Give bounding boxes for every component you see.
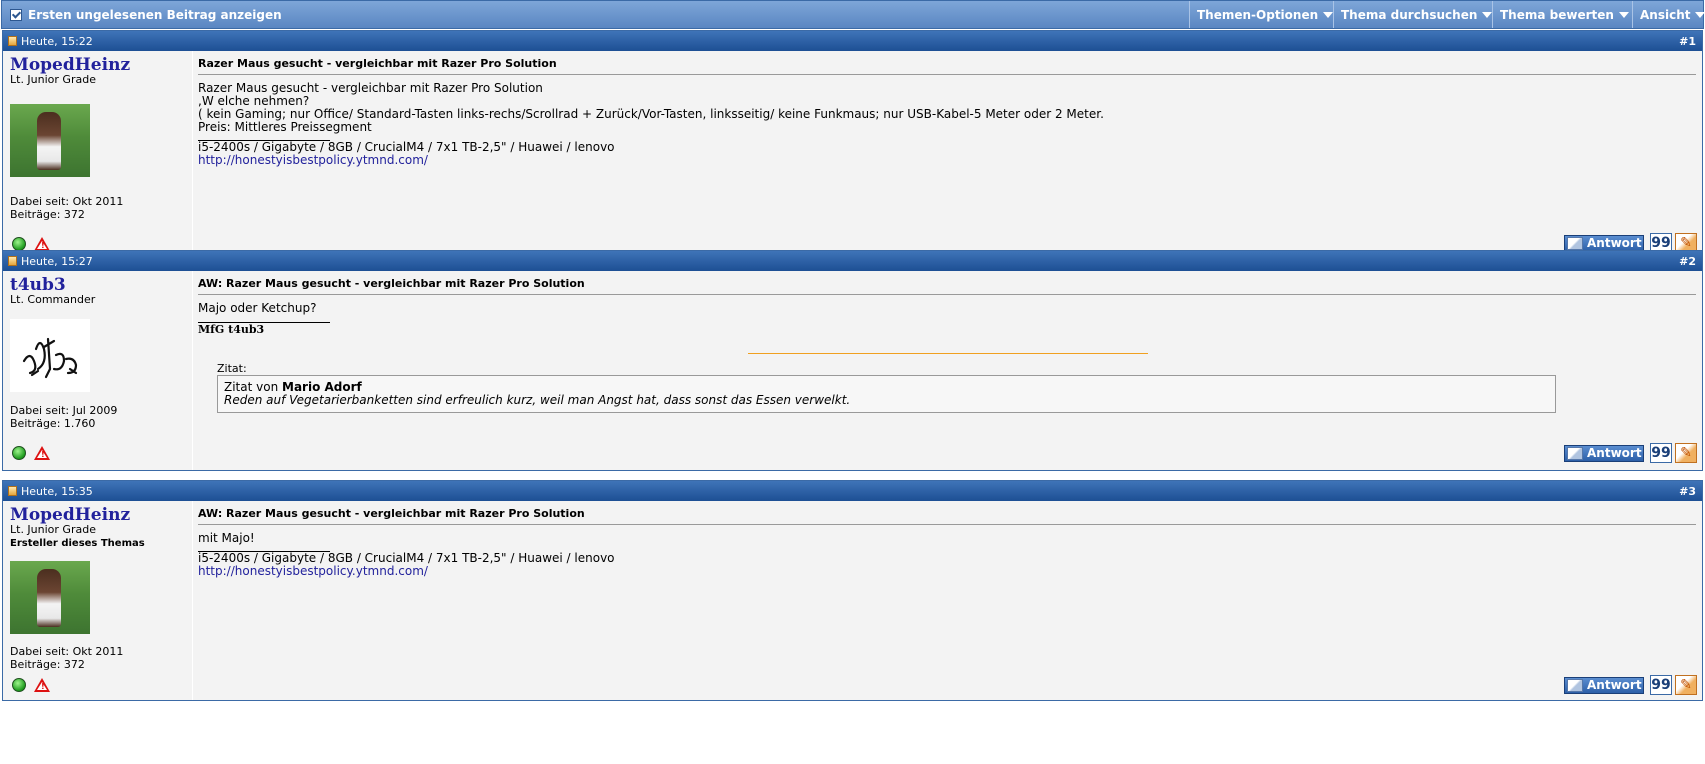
quote-button[interactable]: 99 [1650,443,1672,463]
post-content: Majo oder Ketchup? MfG t4ub3 [198,302,330,336]
user-meta: Dabei seit: Jul 2009 Beiträge: 1.760 [10,404,117,430]
post-header: Heute, 15:35 #3 [3,481,1702,501]
quote-divider [748,353,1148,354]
edit-button[interactable]: ✎ [1675,443,1697,463]
signature-link[interactable]: http://honestyisbestpolicy.ytmnd.com/ [198,153,428,167]
post-header: Heute, 15:22 #1 [3,31,1702,51]
first-unread-label: Ersten ungelesenen Beitrag anzeigen [28,8,282,22]
view-label: Ansicht [1640,7,1691,22]
post-header: Heute, 15:27 #2 [3,251,1702,271]
post-message: AW: Razer Maus gesucht - vergleichbar mi… [192,271,1702,470]
post-message: AW: Razer Maus gesucht - vergleichbar mi… [192,501,1702,700]
view-menu[interactable]: Ansicht [1632,1,1705,28]
chevron-down-icon [1482,11,1493,18]
quote-box: Zitat von Mario Adorf Reden auf Vegetari… [217,375,1556,413]
online-status-icon [12,237,26,251]
signature-link[interactable]: http://honestyisbestpolicy.ytmnd.com/ [198,564,428,578]
avatar[interactable] [10,561,90,634]
quote-button[interactable]: 99 [1650,675,1672,695]
user-rank: Lt. Junior Grade [10,73,96,86]
reply-label: Antwort [1587,678,1642,692]
post-count: Beiträge: 372 [10,658,85,671]
username-link[interactable]: MopedHeinz [10,505,130,525]
online-status-icon [12,446,26,460]
rate-thread-label: Thema bewerten [1500,7,1614,22]
content-line: mit Majo! [198,531,255,545]
post-content: mit Majo! i5-2400s / Gigabyte / 8GB / Cr… [198,532,615,578]
post-icon [8,36,17,46]
online-status-icon [12,678,26,692]
chevron-down-icon [1323,11,1334,18]
post-number-link[interactable]: #3 [1679,485,1696,498]
post-title: AW: Razer Maus gesucht - vergleichbar mi… [198,277,1696,295]
post-title: Razer Maus gesucht - vergleichbar mit Ra… [198,57,1696,75]
pencil-icon [1567,678,1583,692]
thread-starter-label: Ersteller dieses Themas [10,538,145,549]
post-message: Razer Maus gesucht - vergleichbar mit Ra… [192,51,1702,262]
pencil-icon [1567,236,1583,250]
pencil-icon [1567,446,1583,460]
username-link[interactable]: t4ub3 [10,275,66,295]
join-date: Dabei seit: Okt 2011 [10,645,124,658]
search-thread-menu[interactable]: Thema durchsuchen [1333,1,1499,28]
post-content: Razer Maus gesucht - vergleichbar mit Ra… [198,82,1104,167]
thread-options-label: Themen-Optionen [1197,7,1319,22]
post-count: Beiträge: 372 [10,208,85,221]
chevron-down-icon [1618,11,1629,18]
user-meta: Dabei seit: Okt 2011 Beiträge: 372 [10,195,123,221]
chevron-down-icon [1695,11,1705,18]
quote-text: Reden auf Vegetarierbanketten sind erfre… [224,393,851,407]
rate-thread-menu[interactable]: Thema bewerten [1492,1,1636,28]
join-date: Dabei seit: Okt 2011 [10,195,124,208]
post-count: Beiträge: 1.760 [10,417,96,430]
post-title: AW: Razer Maus gesucht - vergleichbar mi… [198,507,1696,525]
post-number-link[interactable]: #1 [1679,35,1696,48]
post-2: Heute, 15:27 #2 t4ub3 Lt. Commander Dabe… [2,250,1703,471]
post-3: Heute, 15:35 #3 MopedHeinz Lt. Junior Gr… [2,480,1703,701]
post-number-link[interactable]: #2 [1679,255,1696,268]
reply-label: Antwort [1587,236,1642,250]
user-info: t4ub3 Lt. Commander Dabei seit: Jul 2009 [3,271,192,470]
edit-button[interactable]: ✎ [1675,675,1697,695]
user-info: MopedHeinz Lt. Junior Grade Dabei seit: … [3,51,192,262]
post-1: Heute, 15:22 #1 MopedHeinz Lt. Junior Gr… [2,30,1703,263]
content-line: Majo oder Ketchup? [198,301,317,315]
thread-options-menu[interactable]: Themen-Optionen [1189,1,1340,28]
first-unread-link[interactable]: Ersten ungelesenen Beitrag anzeigen [10,8,282,22]
report-icon[interactable]: ! [34,237,50,251]
search-thread-label: Thema durchsuchen [1341,7,1478,22]
reply-label: Antwort [1587,446,1642,460]
reply-button[interactable]: Antwort [1564,444,1644,462]
content-line: Razer Maus gesucht - vergleichbar mit Ra… [198,81,543,95]
quote-prefix: Zitat von [224,380,282,394]
post-date: Heute, 15:22 [21,34,93,48]
post-icon [8,486,17,496]
avatar[interactable] [10,319,90,392]
report-icon[interactable]: ! [34,678,50,692]
user-info: MopedHeinz Lt. Junior Grade Ersteller di… [3,501,192,700]
avatar[interactable] [10,104,90,177]
reply-button[interactable]: Antwort [1564,234,1644,252]
post-icon [8,256,17,266]
user-rank: Lt. Junior Grade [10,523,96,536]
post-date: Heute, 15:27 [21,254,93,268]
username-link[interactable]: MopedHeinz [10,55,130,75]
user-meta: Dabei seit: Okt 2011 Beiträge: 372 [10,645,123,671]
user-rank: Lt. Commander [10,293,96,306]
join-date: Dabei seit: Jul 2009 [10,404,118,417]
report-icon[interactable]: ! [34,446,50,460]
signature-text: MfG t4ub3 [198,323,265,336]
content-line: Preis: Mittleres Preissegment [198,120,372,134]
post-date: Heute, 15:35 [21,484,93,498]
checkbox-icon [10,9,22,21]
thread-toolbar: Ersten ungelesenen Beitrag anzeigen Them… [1,0,1705,29]
quote-label: Zitat: [217,362,247,375]
reply-button[interactable]: Antwort [1564,676,1644,694]
quote-author: Mario Adorf [282,380,362,394]
